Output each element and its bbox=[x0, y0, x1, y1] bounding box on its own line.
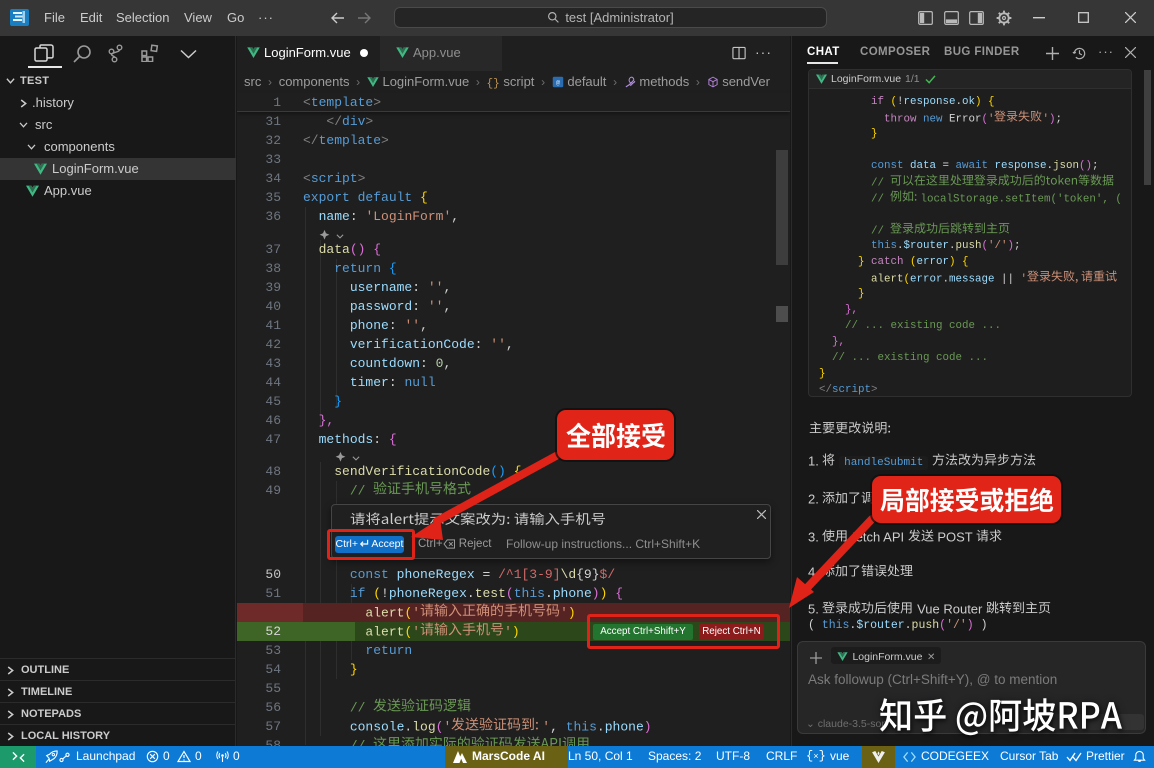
svg-text:@: @ bbox=[556, 80, 560, 88]
